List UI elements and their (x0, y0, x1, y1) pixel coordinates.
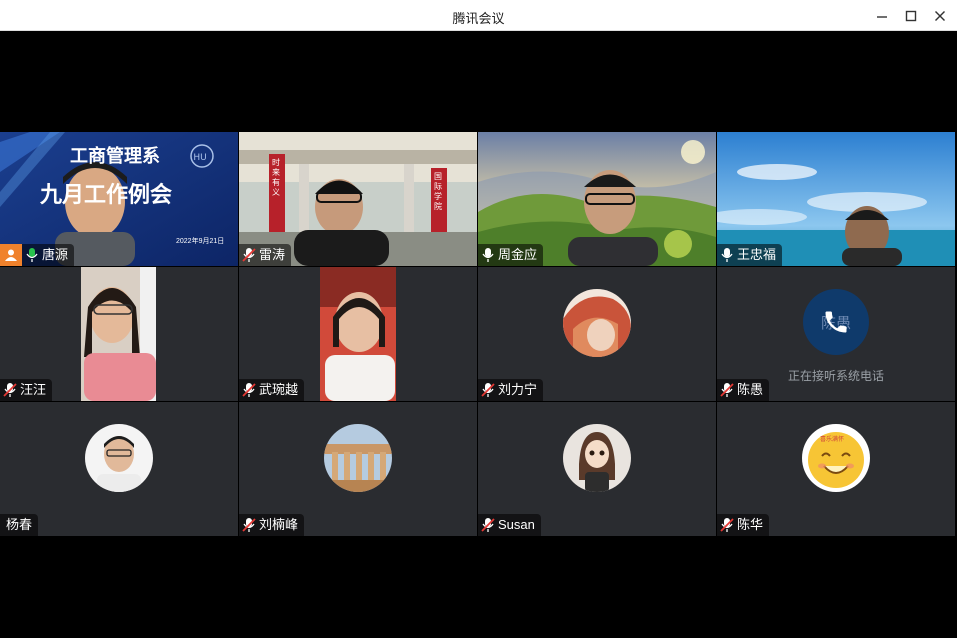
name-tag: 汪汪 (0, 379, 53, 401)
name-tag: 刘力宁 (478, 379, 544, 401)
mic-muted-icon (242, 248, 256, 262)
participant-tile-wuwanyue[interactable]: 武琬越 (239, 267, 477, 401)
participant-name: 陈华 (737, 517, 764, 532)
participant-tile-susan[interactable]: Susan (478, 402, 716, 536)
mic-muted-icon (3, 383, 17, 397)
participant-tile-liunanfeng[interactable]: 刘楠峰 (239, 402, 477, 536)
participant-tile-yangchun[interactable]: 杨春 (0, 402, 238, 536)
mic-muted-icon (242, 383, 256, 397)
video-grid: HU 工商管理系 九月工作例会 2022年9月21日 唐源 时来有义 国际学院 … (0, 31, 957, 638)
participant-tile-leitao[interactable]: 时来有义 国际学院 雷涛 (239, 132, 477, 266)
name-tag: 雷涛 (239, 244, 292, 266)
participant-name: 汪汪 (20, 382, 47, 397)
slide-date: 2022年9月21日 (176, 238, 225, 245)
maximize-button[interactable] (901, 6, 921, 26)
mic-on-icon (482, 248, 494, 262)
slide-subtitle: 九月工作例会 (40, 182, 173, 207)
name-tag: 武琬越 (239, 379, 305, 401)
participant-tile-zhoujinying[interactable]: 周金应 (478, 132, 716, 266)
mic-muted-icon (481, 383, 495, 397)
participant-name: 陈愚 (737, 382, 764, 397)
slide-title: 工商管理系 (70, 146, 160, 166)
participant-name: 王忠福 (737, 247, 777, 262)
avatar (563, 289, 631, 357)
mic-on-icon (26, 248, 38, 262)
svg-text:HU: HU (193, 153, 206, 163)
phone-avatar: 陈愚 (803, 289, 869, 355)
name-tag: 唐源 (0, 244, 75, 266)
maximize-icon (905, 10, 917, 22)
minimize-icon (877, 16, 887, 18)
close-icon (935, 11, 945, 21)
participant-tile-liulining[interactable]: 刘力宁 (478, 267, 716, 401)
participant-tile-chenyu[interactable]: 陈愚 正在接听系统电话 陈愚 (717, 267, 955, 401)
gate-banner-right: 国际学院 (434, 172, 442, 211)
participant-tile-chenhua[interactable]: 喜乐满怀 陈华 (717, 402, 955, 536)
participant-name: 雷涛 (259, 247, 286, 262)
mic-muted-icon (720, 383, 734, 397)
title-bar: 腾讯会议 (0, 0, 957, 31)
participant-name: Susan (498, 517, 535, 532)
phone-icon (825, 311, 847, 333)
participant-tile-wangzhongfu[interactable]: 王忠福 (717, 132, 955, 266)
mic-muted-icon (242, 518, 256, 532)
mic-muted-icon (720, 518, 734, 532)
avatar (85, 424, 153, 492)
avatar (324, 424, 392, 492)
participant-tile-wangwang[interactable]: 汪汪 (0, 267, 238, 401)
name-tag: 周金应 (478, 244, 544, 266)
name-tag: Susan (478, 514, 541, 536)
participant-name: 刘楠峰 (259, 517, 299, 532)
mic-muted-icon (481, 518, 495, 532)
window-title: 腾讯会议 (452, 11, 505, 26)
name-tag: 刘楠峰 (239, 514, 305, 536)
participant-tile-tangyuan[interactable]: HU 工商管理系 九月工作例会 2022年9月21日 唐源 (0, 132, 238, 266)
participant-name: 刘力宁 (498, 382, 538, 397)
name-tag: 王忠福 (717, 244, 783, 266)
participant-name: 武琬越 (259, 382, 299, 397)
participant-name: 唐源 (42, 247, 69, 262)
participant-name: 杨春 (6, 517, 33, 532)
close-button[interactable] (930, 6, 950, 26)
user-icon (5, 249, 17, 261)
name-tag: 杨春 (0, 514, 39, 536)
name-tag: 陈愚 (717, 379, 770, 401)
avatar-badge-text: 喜乐满怀 (820, 437, 845, 443)
gate-banner-left: 时来有义 (272, 158, 280, 197)
minimize-button[interactable] (872, 6, 892, 26)
name-tag: 陈华 (717, 514, 770, 536)
host-badge (0, 244, 22, 266)
avatar (563, 424, 631, 492)
participant-name: 周金应 (498, 247, 538, 262)
mic-on-icon (721, 248, 733, 262)
